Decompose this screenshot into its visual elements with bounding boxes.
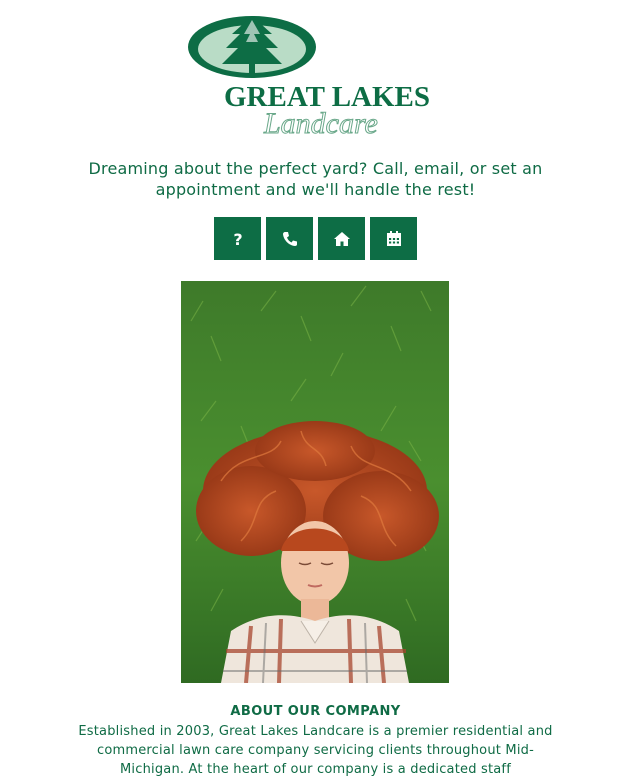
calendar-icon — [386, 230, 401, 246]
about-paragraph: Established in 2003, Great Lakes Landcar… — [78, 724, 553, 777]
about-heading: ABOUT OUR COMPANY — [230, 704, 401, 719]
phone-icon — [282, 231, 297, 246]
action-button-row: ? — [0, 217, 631, 260]
call-button[interactable] — [266, 217, 313, 260]
tagline: Dreaming about the perfect yard? Call, e… — [88, 159, 543, 199]
logo-text-landcare: Landcare — [263, 107, 378, 136]
home-icon — [333, 231, 350, 246]
appointment-button[interactable] — [370, 217, 417, 260]
svg-text:?: ? — [233, 230, 242, 248]
faq-button[interactable]: ? — [214, 217, 261, 260]
company-logo[interactable]: GREAT LAKES Landcare — [188, 12, 444, 141]
hero-photo-woman-on-grass — [181, 281, 449, 683]
question-icon: ? — [233, 230, 242, 248]
home-button[interactable] — [318, 217, 365, 260]
